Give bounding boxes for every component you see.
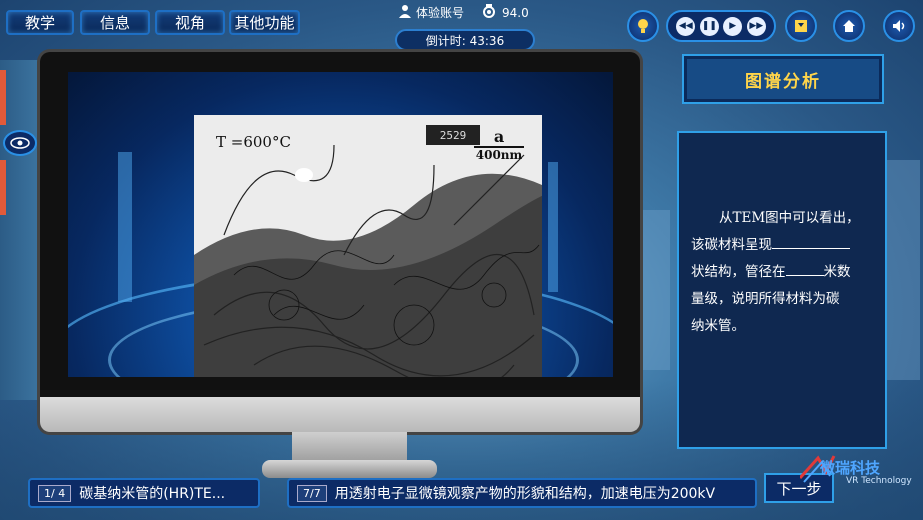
- analysis-line-2-text: 该碳材料呈现: [691, 237, 772, 253]
- fast-forward-icon[interactable]: ▶▶: [746, 16, 766, 36]
- scale-bar-label: 400nm: [474, 146, 524, 162]
- nav-teaching[interactable]: 教学: [6, 10, 74, 35]
- analysis-line-3: 状结构，管径在 米数: [691, 259, 877, 286]
- analysis-line-5: 纳米管。: [691, 318, 745, 334]
- nav-info[interactable]: 信息: [80, 10, 150, 35]
- instruction-text: 用透射电子显微镜观察产物的形貌和结构，加速电压为200kV: [334, 486, 716, 502]
- company-name: 微瑞科技: [820, 459, 881, 477]
- decorative-bar: [118, 152, 132, 302]
- analysis-line-3-suffix: 米数: [823, 264, 851, 280]
- decorative-bar: [548, 162, 558, 292]
- score-value: 94.0: [502, 5, 529, 20]
- home-icon[interactable]: [833, 10, 865, 42]
- company-subtitle: VR Technology: [846, 476, 912, 486]
- instruction-box: 7/7 用透射电子显微镜观察产物的形貌和结构，加速电压为200kV: [287, 478, 757, 508]
- background-panel: [640, 210, 670, 370]
- nav-label: 其他功能: [234, 14, 295, 32]
- fill-blank-diameter[interactable]: [785, 261, 824, 276]
- rewind-icon[interactable]: ◀◀: [676, 16, 696, 36]
- analysis-text: 从TEM图中可以看出， 该碳材料呈现 状结构，管径在 米数 量级，说明所得材料为碳…: [691, 205, 877, 340]
- image-counter: 2529: [426, 125, 480, 145]
- monitor-stand-base: [262, 460, 437, 478]
- play-icon[interactable]: ▶: [723, 16, 743, 36]
- fill-blank-structure[interactable]: [772, 234, 850, 249]
- nav-view[interactable]: 视角: [155, 10, 225, 35]
- step-page-indicator: 1/ 4: [38, 484, 72, 502]
- countdown-timer: 倒计时: 43:36: [395, 29, 535, 51]
- analysis-panel: 从TEM图中可以看出， 该碳材料呈现 状结构，管径在 米数 量级，说明所得材料为碳…: [677, 131, 887, 449]
- temperature-label: T =600°C: [216, 133, 291, 151]
- tem-image: T =600°C 2529 a 400nm: [194, 115, 542, 377]
- left-accent-bar: [0, 160, 6, 215]
- left-accent-bar: [0, 70, 6, 125]
- instruction-page-indicator: 7/7: [297, 484, 327, 502]
- speaker-icon[interactable]: [883, 10, 915, 42]
- analysis-line-2: 该碳材料呈现: [691, 232, 877, 259]
- analysis-line-1: 从TEM图中可以看出，: [719, 210, 860, 226]
- eye-icon[interactable]: [3, 130, 37, 156]
- nav-label: 视角: [174, 14, 205, 32]
- analysis-title-box: 图谱分析: [682, 54, 884, 104]
- monitor-stand: [292, 432, 407, 462]
- timer-text: 倒计时: 43:36: [425, 33, 505, 48]
- bookmark-icon[interactable]: [785, 10, 817, 42]
- analysis-line-3-text: 状结构，管径在: [691, 264, 786, 280]
- bulb-icon[interactable]: [627, 10, 659, 42]
- media-controls: ◀◀ ❚❚ ▶ ▶▶: [666, 10, 776, 42]
- status-bar: 体验账号 94.0: [398, 4, 529, 21]
- nav-label: 教学: [24, 14, 55, 32]
- analysis-title: 图谱分析: [745, 71, 821, 92]
- pause-icon[interactable]: ❚❚: [699, 16, 719, 36]
- account-label: 体验账号: [416, 6, 465, 20]
- monitor: T =600°C 2529 a 400nm: [40, 52, 640, 432]
- step-title: 碳基纳米管的(HR)TE...: [79, 486, 226, 502]
- analysis-line-4: 量级，说明所得材料为碳: [691, 291, 840, 307]
- nav-other-functions[interactable]: 其他功能: [229, 10, 300, 35]
- medal-icon: [482, 4, 496, 21]
- scale-bar: a 400nm: [474, 127, 524, 162]
- experiment-step-box[interactable]: 1/ 4 碳基纳米管的(HR)TE...: [28, 478, 260, 508]
- background-wall: [0, 60, 40, 400]
- monitor-screen: T =600°C 2529 a 400nm: [68, 72, 613, 377]
- panel-letter: a: [493, 127, 505, 146]
- user-icon: [398, 4, 412, 21]
- nav-label: 信息: [99, 14, 130, 32]
- monitor-chin: [40, 397, 640, 432]
